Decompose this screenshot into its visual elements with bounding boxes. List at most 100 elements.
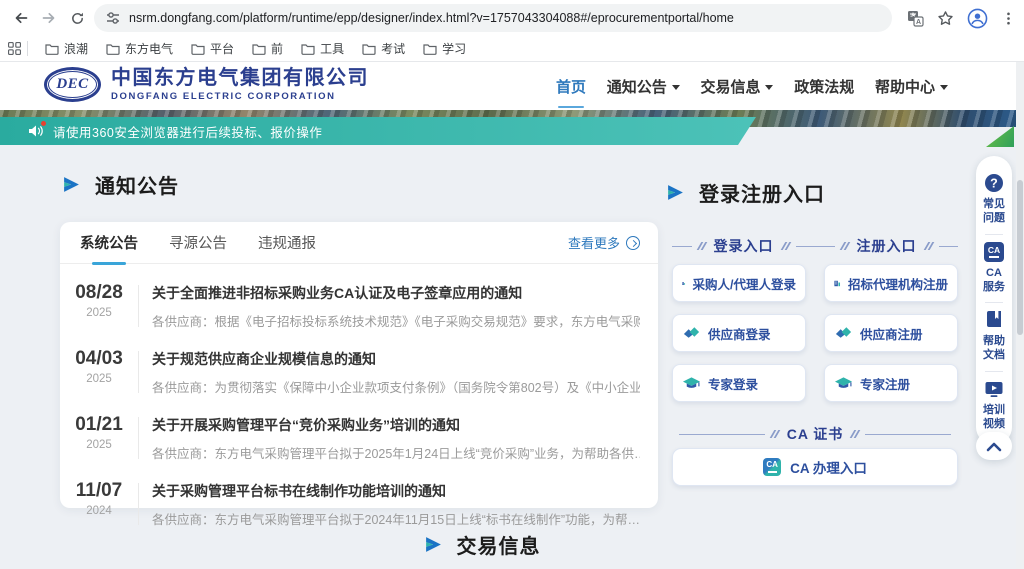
view-more-link[interactable]: 查看更多 [568,233,640,252]
bookmark-label: 东方电气 [125,40,173,57]
divider [138,351,139,393]
bookmark-folder[interactable]: 工具 [292,38,353,60]
browser-toolbar: nsrm.dongfang.com/platform/runtime/epp/d… [0,0,1024,36]
notice-title[interactable]: 关于采购管理平台标书在线制作功能培训的通知 [152,481,640,501]
ca-badge-icon: CA [984,242,1004,262]
tab-violation-report[interactable]: 违规通报 [256,221,318,264]
question-icon: ? [984,173,1004,193]
rail-faq[interactable]: ? 常见问题 [982,166,1006,234]
login-register-headers: 登录入口 注册入口 [672,236,958,256]
notice-title[interactable]: 关于规范供应商企业规模信息的通知 [152,349,640,369]
handshake-icon [682,326,701,340]
announcement-ticker: 请使用360安全浏览器进行后续投标、报价操作 [0,117,756,145]
tab-system-notice[interactable]: 系统公告 [78,221,140,264]
notice-list: 08/28 2025 关于全面推进非招标采购业务CA认证及电子签章应用的通知 各… [60,264,658,536]
folder-icon [45,43,59,55]
rail-training-video[interactable]: 培训视频 [982,372,1006,440]
menu-kebab-icon[interactable] [1001,11,1016,26]
notice-row[interactable]: 01/21 2025 关于开展采购管理平台“竞价采购业务”培训的通知 各供应商：… [72,404,640,470]
ca-badge-text: CA [766,461,778,469]
expert-register-label: 专家注册 [860,374,910,393]
translate-icon[interactable]: A [907,10,924,27]
section-arrow-icon [666,184,685,201]
notice-date: 08/28 2025 [72,282,126,319]
login-section-title: 登录注册入口 [699,178,825,207]
scrollbar-track [1016,62,1024,569]
supplier-register-label: 供应商注册 [860,324,923,343]
notice-date: 04/03 2025 [72,348,126,385]
building-icon [834,276,841,291]
nav-home[interactable]: 首页 [556,72,586,101]
buyer-agent-login-button[interactable]: 采购人/代理人登录 [672,264,806,302]
supplier-register-button[interactable]: 供应商注册 [824,314,958,352]
rail-video-label: 培训视频 [982,403,1006,432]
scrollbar-thumb[interactable] [1017,180,1023,335]
tab-sourcing-notice[interactable]: 寻源公告 [167,221,229,264]
main-nav: 首页 通知公告 交易信息 政策法规 帮助中心 [556,62,948,110]
svg-text:A: A [916,19,921,26]
company-name-en: DONGFANG ELECTRIC CORPORATION [111,91,369,102]
ca-cert-header: CA 证书 [672,424,958,444]
bookmark-folder[interactable]: 学习 [414,38,475,60]
bookmark-label: 工具 [320,40,344,57]
handshake-icon [834,326,853,340]
apps-grid-icon[interactable] [8,42,21,55]
banner-decor-wedge [986,126,1014,147]
notice-row[interactable]: 04/03 2025 关于规范供应商企业规模信息的通知 各供应商：为贯彻落实《保… [72,338,640,404]
forward-button[interactable] [38,7,60,29]
login-entry-header: 登录入口 [672,236,815,256]
supplier-login-label: 供应商登录 [708,324,771,343]
profile-avatar-icon[interactable] [967,8,988,29]
notice-title[interactable]: 关于开展采购管理平台“竞价采购业务”培训的通知 [152,415,640,435]
rail-ca-service[interactable]: CA CA 服务 [982,235,1006,303]
folder-icon [362,43,376,55]
register-entry-header: 注册入口 [815,236,958,256]
folder-icon [191,43,205,55]
expert-register-button[interactable]: 专家注册 [824,364,958,402]
notice-date-year: 2025 [72,307,126,319]
address-bar[interactable]: nsrm.dongfang.com/platform/runtime/epp/d… [94,4,892,32]
section-arrow-icon [62,176,81,193]
ca-apply-label: CA 办理入口 [790,457,867,477]
back-to-top-button[interactable] [976,432,1012,460]
chevron-down-icon [672,85,680,90]
ticker-text: 请使用360安全浏览器进行后续投标、报价操作 [53,122,322,141]
reload-button[interactable] [66,7,88,29]
speaker-icon [28,124,44,138]
bookmark-star-icon[interactable] [937,10,954,27]
nav-trade[interactable]: 交易信息 [700,72,773,101]
ca-apply-button[interactable]: CA CA 办理入口 [672,448,958,486]
back-button[interactable] [10,7,32,29]
notice-section-title: 通知公告 [95,170,179,199]
chevron-right-circle-icon [626,236,640,250]
supplier-login-button[interactable]: 供应商登录 [672,314,806,352]
expert-login-button[interactable]: 专家登录 [672,364,806,402]
rail-help-docs[interactable]: 帮助文档 [982,303,1006,371]
bookmark-folder[interactable]: 前 [243,38,292,60]
nav-notices[interactable]: 通知公告 [607,72,680,101]
bookmark-folder[interactable]: 浪潮 [36,38,97,60]
notice-row[interactable]: 11/07 2024 关于采购管理平台标书在线制作功能培训的通知 各供应商：东方… [72,470,640,536]
folder-icon [106,43,120,55]
ca-badge-icon: CA [763,458,781,476]
bookmark-label: 浪潮 [64,40,88,57]
notice-title[interactable]: 关于全面推进非招标采购业务CA认证及电子签章应用的通知 [152,283,640,303]
agency-register-button[interactable]: 招标代理机构注册 [824,264,958,302]
bookmark-folder[interactable]: 平台 [182,38,243,60]
folder-icon [301,43,315,55]
bookmark-folder[interactable]: 东方电气 [97,38,182,60]
notice-row[interactable]: 08/28 2025 关于全面推进非招标采购业务CA认证及电子签章应用的通知 各… [72,272,640,338]
notice-summary: 各供应商：东方电气采购管理平台拟于2025年1月24日上线“竞价采购”业务，为帮… [152,443,640,462]
notification-dot [41,121,46,126]
nav-help[interactable]: 帮助中心 [875,72,948,101]
nav-help-label: 帮助中心 [875,76,935,97]
nav-notices-label: 通知公告 [607,76,667,97]
nav-policy[interactable]: 政策法规 [794,72,854,101]
notice-date-md: 04/03 [72,348,126,370]
bookmark-label: 学习 [442,40,466,57]
notice-summary: 各供应商：为贯彻落实《保障中小企业款项支付条例》（国务院令第802号）及《中小企… [152,377,640,396]
bookmark-folder[interactable]: 考试 [353,38,414,60]
notice-date-year: 2025 [72,439,126,451]
graduation-cap-icon [682,376,701,391]
brand-home-link[interactable]: DEC 中国东方电气集团有限公司 DONGFANG ELECTRIC CORPO… [44,67,369,102]
